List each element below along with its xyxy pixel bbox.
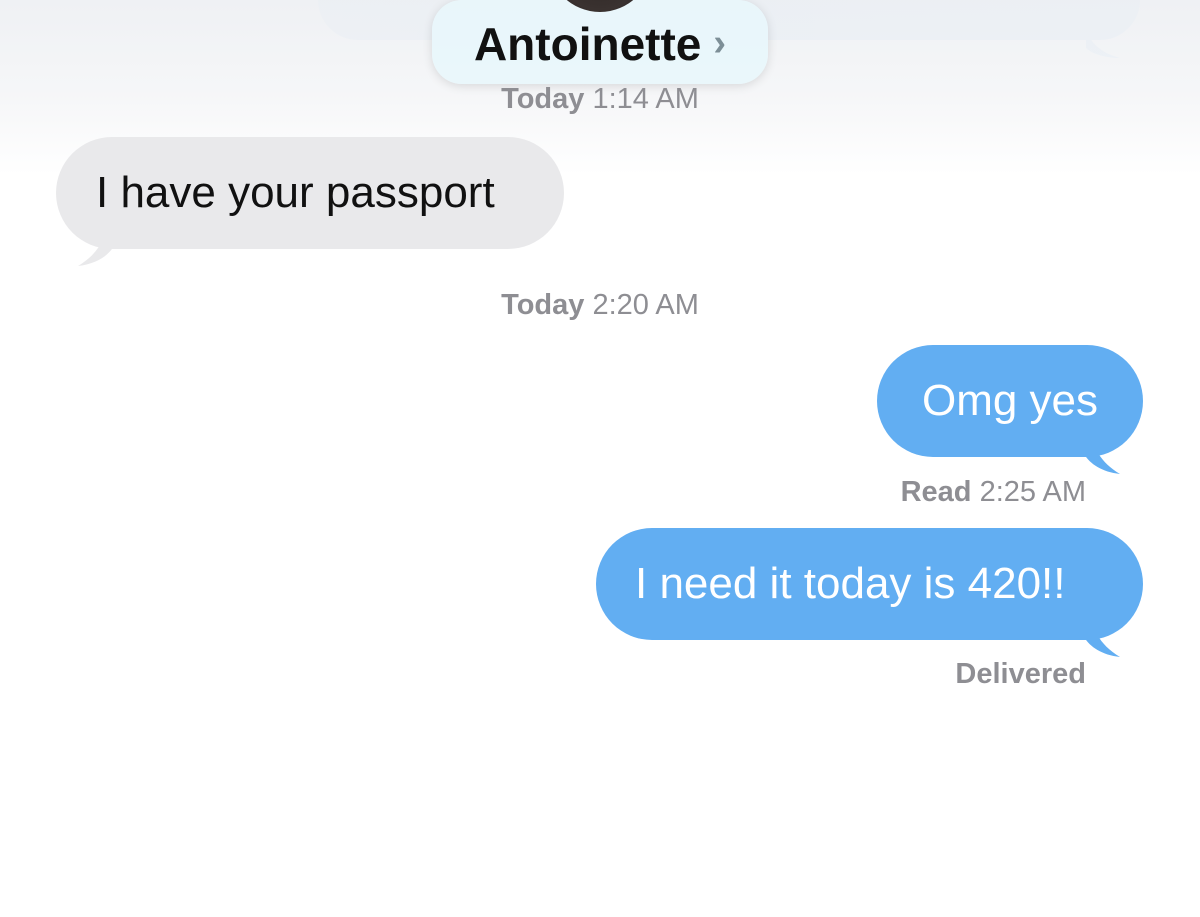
- contact-name: Antoinette: [473, 18, 702, 70]
- timestamp-day: Today: [501, 83, 585, 115]
- timestamp-day: Today: [501, 289, 585, 321]
- timestamp: Today 1:14 AM: [0, 83, 1200, 116]
- message-text: I have your passport: [96, 168, 495, 217]
- contact-header-button[interactable]: Antoinette ›: [432, 0, 768, 84]
- message-text: I need it today is 420!!: [635, 559, 1066, 608]
- read-time: 2:25 AM: [979, 476, 1086, 508]
- timestamp: Today 2:20 AM: [0, 289, 1200, 322]
- outgoing-message-bubble[interactable]: I need it today is 420!!: [596, 528, 1143, 640]
- incoming-message-bubble[interactable]: I have your passport: [56, 137, 564, 249]
- timestamp-time: 2:20 AM: [592, 289, 699, 321]
- chevron-right-icon: ›: [713, 21, 727, 64]
- timestamp-time: 1:14 AM: [592, 83, 699, 115]
- read-label: Read: [900, 476, 972, 508]
- messages-screen: $ 4 Antoinette › Today 1:14 AM I have yo…: [0, 0, 1200, 917]
- message-text: Omg yes: [921, 376, 1099, 425]
- outgoing-message-bubble[interactable]: Omg yes: [877, 345, 1143, 457]
- read-receipt: Read 2:25 AM: [901, 476, 1086, 509]
- delivered-status: Delivered: [955, 658, 1086, 690]
